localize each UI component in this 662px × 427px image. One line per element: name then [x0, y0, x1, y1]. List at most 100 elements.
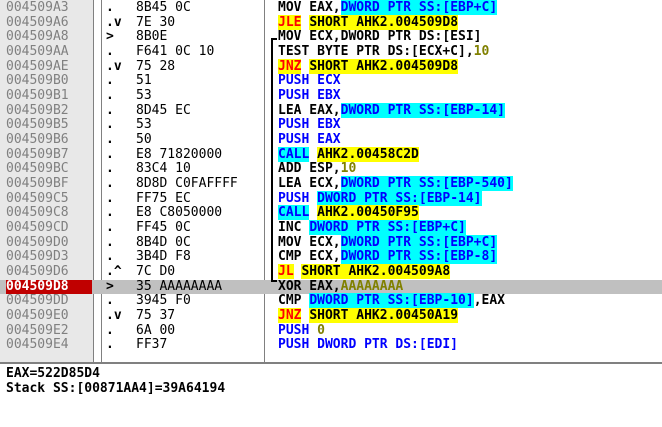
address-cell: 004509B7 — [6, 146, 69, 162]
instruction-cell: PUSH ECX — [278, 74, 341, 89]
disasm-row[interactable]: 004509BF. 8D8D C0FAFFFF LEA ECX,DWORD PTR … — [0, 176, 662, 192]
address-cell: 004509D0 — [6, 234, 69, 250]
instruction-token: AHK2.00458C2D — [317, 146, 419, 162]
disasm-row[interactable]: 004509D6 .^ 7C D0 JL SHORT AHK2.004509A8 — [0, 264, 662, 280]
hex-dump-cell: 3945 F0 — [136, 293, 191, 309]
disasm-row[interactable]: 004509E0 .v 75 37 JNZ SHORT AHK2.00450A19 — [0, 308, 662, 324]
hex-dump-cell: E8 C8050000 — [136, 205, 223, 221]
disasm-row[interactable]: 004509D8 >35 AAAAAAAA XOR EAX,AAAAAAAA — [0, 278, 662, 295]
address-cell: 004509E4 — [6, 337, 69, 353]
address-cell: 004509B1 — [6, 88, 69, 104]
instruction-token: JNZ — [278, 308, 302, 324]
jump-marker: > — [106, 278, 114, 294]
jump-marker: . — [106, 102, 114, 118]
jump-bracket-bottom — [271, 280, 277, 282]
jump-marker: .v — [106, 308, 122, 324]
hex-dump-cell: F641 0C 10 — [136, 44, 215, 59]
jump-marker: . — [106, 190, 114, 206]
hex-dump-cell: FF75 EC — [136, 190, 191, 206]
hex-dump-cell: 35 AAAAAAAA — [136, 278, 223, 294]
jump-marker: . — [106, 44, 114, 59]
address-cell: 004509C5 — [6, 190, 69, 206]
instruction-token: AAAAAAAA — [340, 278, 404, 294]
hex-dump-cell: FF37 — [136, 337, 168, 353]
disasm-row[interactable]: 004509AE .v 75 28 JNZ SHORT AHK2.004509D8 — [0, 58, 662, 75]
jump-marker: . — [106, 337, 114, 353]
hex-dump-cell: 8B0E — [136, 29, 168, 45]
hex-dump-cell: E8 71820000 — [136, 146, 223, 162]
hex-dump-cell: 3B4D F8 — [136, 249, 191, 265]
address-cell: 004509BC — [6, 161, 69, 177]
disasm-row[interactable]: 004509D0. 8B4D 0C MOV ECX,DWORD PTR SS:[EB… — [0, 234, 662, 251]
hex-dump-cell: 7C D0 — [136, 264, 176, 280]
instruction-token: LEA EAX, — [278, 102, 341, 118]
instruction-token: DWORD PTR SS:[EBP-14] — [340, 102, 505, 118]
instruction-token: MOV ECX,DWORD PTR DS:[ESI] — [278, 29, 482, 45]
instruction-cell: PUSH EAX — [278, 132, 341, 148]
address-cell: 004509C8 — [6, 205, 69, 221]
instruction-cell: LEA EAX,DWORD PTR SS:[EBP-14] — [278, 102, 505, 119]
hex-dump-cell: 6A 00 — [136, 322, 176, 338]
instruction-token: PUSH — [278, 190, 318, 206]
instruction-cell: MOV ECX,DWORD PTR DS:[ESI] — [278, 29, 482, 45]
disasm-row[interactable]: 004509BC. 83C4 10 ADD ESP,10 — [0, 162, 662, 177]
instruction-cell: MOV ECX,DWORD PTR SS:[EBP+C] — [278, 234, 498, 251]
disasm-row[interactable]: 004509C8. E8 C8050000 CALL AHK2.00450F95 — [0, 205, 662, 221]
instruction-token: PUSH EBX — [278, 88, 341, 104]
disasm-row[interactable]: 004509D3. 3B4D F8 CMP ECX,DWORD PTR SS:[EB… — [0, 249, 662, 265]
instruction-token: DWORD PTR SS:[EBP+C] — [309, 220, 466, 236]
disasm-row[interactable]: 004509CD. FF45 0C INC DWORD PTR SS:[EBP+C] — [0, 220, 662, 236]
disasm-row[interactable]: 004509A3. 8B45 0C MOV EAX,DWORD PTR SS:[EB… — [0, 0, 662, 16]
disasm-row[interactable]: 004509A8 >8B0E MOV ECX,DWORD PTR DS:[ESI] — [0, 29, 662, 45]
jump-marker: .^ — [106, 264, 122, 280]
disasm-row[interactable]: 004509E2. 6A 00 PUSH 0 — [0, 322, 662, 339]
disassembly-pane[interactable]: 004509A3. 8B45 0C MOV EAX,DWORD PTR SS:[EB… — [0, 0, 662, 362]
instruction-token: DWORD PTR SS:[EBP+C] — [340, 234, 498, 250]
disasm-row[interactable]: 004509C5. FF75 EC PUSH DWORD PTR SS:[EBP-1… — [0, 190, 662, 207]
instruction-cell: JNZ SHORT AHK2.004509D8 — [278, 58, 459, 75]
instruction-cell: ADD ESP,10 — [278, 162, 356, 177]
disasm-row[interactable]: 004509B5. 53 PUSH EBX — [0, 118, 662, 133]
instruction-cell: PUSH DWORD PTR SS:[EBP-14] — [278, 190, 482, 207]
instruction-cell: JL SHORT AHK2.004509A8 — [278, 264, 451, 280]
disasm-row[interactable]: 004509B7. E8 71820000 CALL AHK2.00458C2D — [0, 146, 662, 163]
disasm-row[interactable]: 004509DD. 3945 F0 CMP DWORD PTR SS:[EBP-10… — [0, 293, 662, 309]
disasm-row[interactable]: 004509B1. 53 PUSH EBX — [0, 88, 662, 104]
instruction-token: JNZ — [278, 58, 302, 74]
jump-marker: . — [106, 146, 114, 162]
instruction-cell: INC DWORD PTR SS:[EBP+C] — [278, 220, 466, 236]
hex-dump-cell: FF45 0C — [136, 220, 191, 236]
jump-marker: .v — [106, 14, 122, 30]
info-pane: EAX=522D85D4 Stack SS:[00871AA4]=39A6419… — [0, 362, 662, 427]
address-cell: 004509B0 — [6, 73, 69, 89]
instruction-token: AHK2.00450F95 — [317, 205, 419, 221]
address-cell: 004509DD — [6, 293, 69, 309]
address-cell: 004509B6 — [6, 132, 69, 148]
instruction-token: SHORT AHK2.004509A8 — [301, 264, 451, 280]
disasm-row[interactable]: 004509B6. 50 PUSH EAX — [0, 132, 662, 148]
disasm-row[interactable]: 004509B0. 51 PUSH ECX — [0, 74, 662, 89]
instruction-token: ADD ESP, — [278, 161, 341, 177]
instruction-token: SHORT AHK2.00450A19 — [309, 308, 459, 324]
disasm-row[interactable]: 004509E4. FF37 PUSH DWORD PTR DS:[EDI] — [0, 338, 662, 353]
address-cell: 004509A6 — [6, 14, 69, 30]
instruction-token: CMP ECX, — [278, 249, 341, 265]
hex-dump-cell: 8D8D C0FAFFFF — [136, 176, 238, 192]
instruction-token: 10 — [340, 161, 357, 177]
hex-dump-cell: 75 28 — [136, 58, 176, 74]
address-cell: 004509CD — [6, 220, 69, 236]
disasm-row[interactable]: 004509B2. 8D45 EC LEA EAX,DWORD PTR SS:[EB… — [0, 102, 662, 119]
disasm-row[interactable]: 004509AA. F641 0C 10 TEST BYTE PTR DS:[ECX… — [0, 44, 662, 60]
instruction-token: JLE — [278, 14, 302, 30]
address-cell: 004509BF — [6, 176, 69, 192]
instruction-token: PUSH ECX — [278, 73, 341, 89]
disasm-row[interactable]: 004509A6 .v 7E 30 JLE SHORT AHK2.004509D8 — [0, 14, 662, 31]
instruction-token: CMP — [278, 293, 310, 309]
address-cell: 004509AE — [6, 58, 69, 74]
address-cell: 004509D8 — [6, 279, 92, 295]
jump-marker: . — [106, 220, 114, 236]
jump-marker: . — [106, 205, 114, 221]
jump-marker: . — [106, 132, 114, 148]
jump-bracket-line — [271, 38, 273, 282]
instruction-cell: PUSH 0 — [278, 323, 325, 339]
